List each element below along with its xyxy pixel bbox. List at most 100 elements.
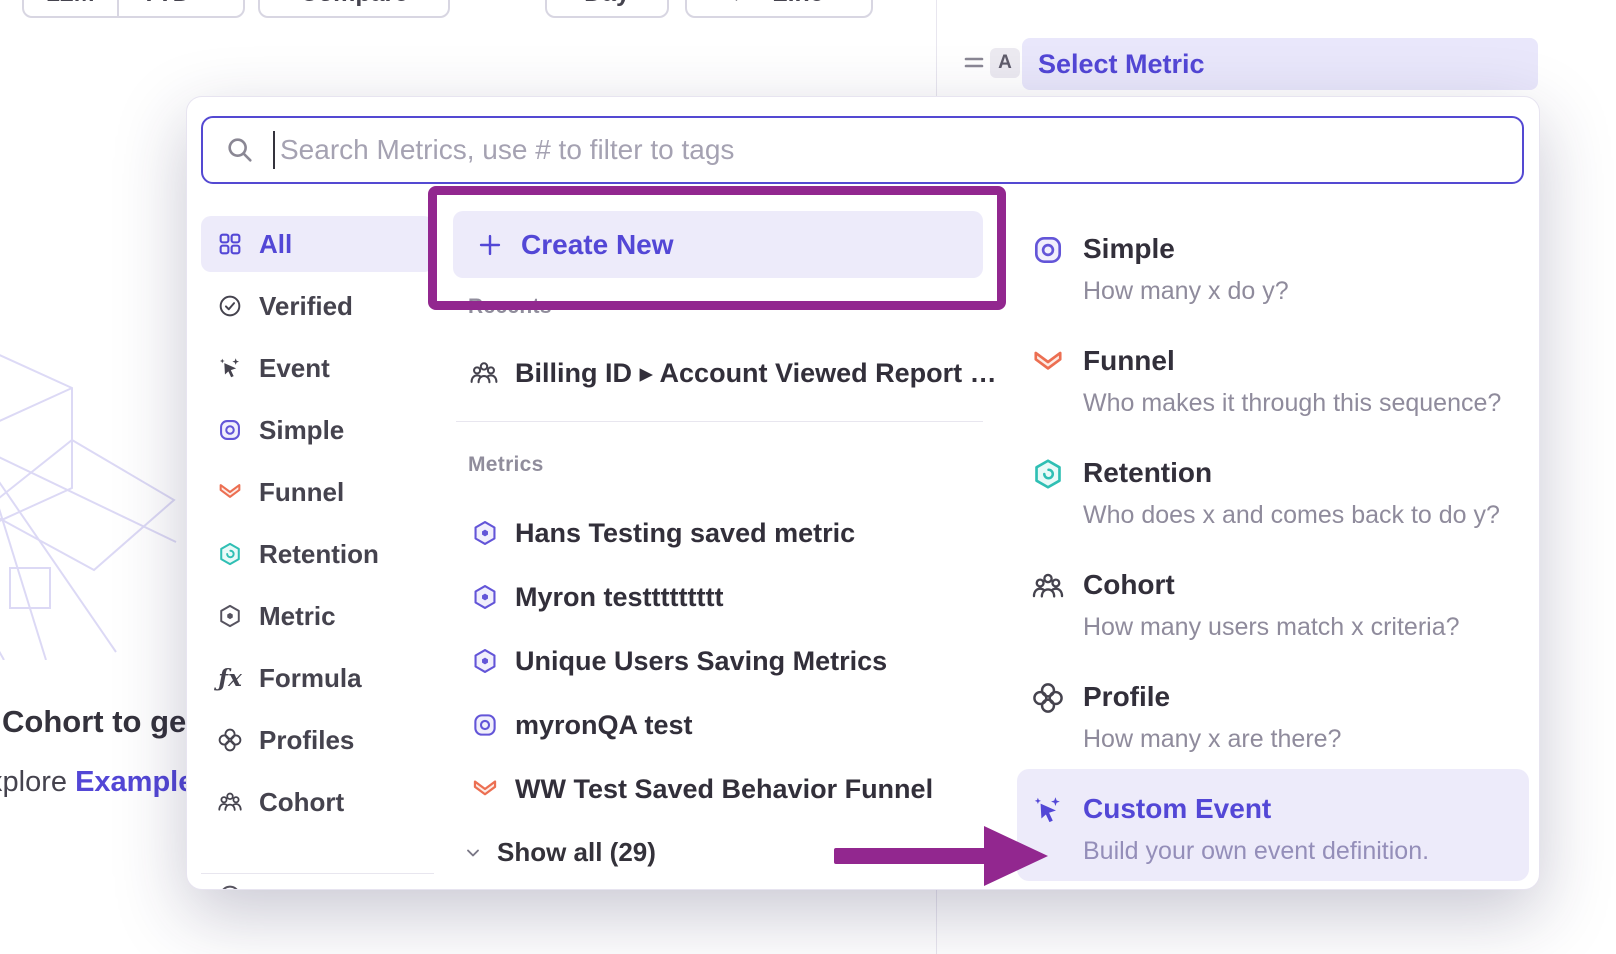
sidebar-item-label: Metric bbox=[259, 601, 336, 632]
sidebar-item-label: Cohort bbox=[259, 787, 344, 818]
type-funnel[interactable]: Funnel Who makes it through this sequenc… bbox=[1017, 343, 1529, 418]
sidebar-item-label: Event bbox=[259, 353, 330, 384]
metric-list-item[interactable]: Unique Users Saving Metrics bbox=[471, 639, 887, 683]
drag-handle-icon[interactable] bbox=[964, 54, 984, 77]
sidebar-item-label: Formula bbox=[259, 663, 362, 694]
compare-button[interactable]: Compare bbox=[258, 0, 450, 18]
type-description: Who does x and comes back to do y? bbox=[1083, 500, 1529, 530]
sidebar-item-verified[interactable]: Verified bbox=[201, 278, 434, 334]
type-title: Custom Event bbox=[1083, 791, 1529, 827]
saved-metric-icon bbox=[471, 647, 499, 675]
sidebar-item-simple[interactable]: Simple bbox=[201, 402, 434, 458]
simple-metric-icon bbox=[471, 711, 499, 739]
plus-icon bbox=[477, 232, 503, 258]
series-a-badge: A bbox=[990, 48, 1020, 78]
metric-item-label: Hans Testing saved metric bbox=[515, 518, 855, 549]
show-all-label: Show all (29) bbox=[497, 837, 656, 868]
type-title: Retention bbox=[1083, 455, 1529, 491]
saved-metric-icon bbox=[471, 583, 499, 611]
saved-metric-icon bbox=[217, 603, 243, 629]
metric-item-label: myronQA test bbox=[515, 710, 693, 741]
sidebar-item-profiles[interactable]: Profiles bbox=[201, 712, 434, 768]
recent-item-label: Billing ID ▸ Account Viewed Report … bbox=[515, 358, 997, 389]
sidebar-item-all[interactable]: All bbox=[201, 216, 434, 272]
type-description: How many x do y? bbox=[1083, 276, 1529, 306]
empty-state-subtext: xplore Example bbox=[0, 766, 194, 799]
chart-type-line-button[interactable]: Line bbox=[685, 0, 873, 18]
metric-picker-modal: All Verified Event Simple bbox=[186, 96, 1540, 890]
sidebar-item-label: Simple bbox=[259, 415, 344, 446]
simple-metric-icon bbox=[1031, 233, 1065, 267]
app-window: 12M YTD Compare Day Line A Select Metric bbox=[0, 0, 1616, 954]
date-range-segmented-control: 12M YTD bbox=[22, 0, 245, 18]
sidebar-item-formula[interactable]: ƒx Formula bbox=[201, 650, 434, 706]
sidebar-item-label: Verified bbox=[259, 291, 353, 322]
day-label: Day bbox=[584, 0, 630, 8]
metric-list-item[interactable]: myronQA test bbox=[471, 703, 693, 747]
type-title: Funnel bbox=[1083, 343, 1529, 379]
sidebar-item-cohort[interactable]: Cohort bbox=[201, 774, 434, 830]
cohort-people-icon bbox=[1031, 569, 1065, 603]
type-custom-event[interactable]: Custom Event Build your own event defini… bbox=[1017, 769, 1529, 881]
range-ytd-label: YTD bbox=[141, 0, 191, 8]
grid-icon bbox=[217, 231, 243, 257]
text-caret bbox=[273, 131, 275, 169]
sidebar-item-event[interactable]: Event bbox=[201, 340, 434, 396]
metric-item-label: WW Test Saved Behavior Funnel bbox=[515, 774, 933, 805]
type-title: Simple bbox=[1083, 231, 1529, 267]
create-new-label: Create New bbox=[521, 229, 674, 261]
recents-header: Recents bbox=[468, 295, 552, 319]
example-reports-link[interactable]: Example bbox=[75, 766, 194, 798]
sidebar-separator bbox=[201, 873, 434, 874]
sidebar-item-metric[interactable]: Metric bbox=[201, 588, 434, 644]
metrics-header: Metrics bbox=[468, 453, 544, 477]
sidebar-item-retention[interactable]: Retention bbox=[201, 526, 434, 582]
line-chart-icon bbox=[734, 0, 760, 6]
sidebar-item-label: All bbox=[259, 229, 292, 260]
type-cohort[interactable]: Cohort How many users match x criteria? bbox=[1017, 567, 1529, 642]
recent-item[interactable]: Billing ID ▸ Account Viewed Report … bbox=[469, 349, 997, 397]
metric-item-label: Myron testtttttttt bbox=[515, 582, 723, 613]
line-label: Line bbox=[772, 0, 823, 8]
metric-list-item[interactable]: Hans Testing saved metric bbox=[471, 511, 855, 555]
event-sparkle-icon bbox=[217, 355, 243, 381]
section-divider bbox=[456, 421, 983, 422]
profiles-flower-icon bbox=[1031, 681, 1065, 715]
type-title: Profile bbox=[1083, 679, 1529, 715]
empty-state-heading: Cohort to ge bbox=[2, 704, 186, 740]
formula-icon: ƒx bbox=[217, 665, 243, 692]
day-granularity-button[interactable]: Day bbox=[545, 0, 669, 18]
sidebar-item-label: Profiles bbox=[259, 725, 354, 756]
type-description: Who makes it through this sequence? bbox=[1083, 388, 1529, 418]
funnel-icon bbox=[471, 775, 499, 803]
select-metric-field[interactable]: Select Metric bbox=[1022, 38, 1538, 90]
type-description: Build your own event definition. bbox=[1083, 836, 1529, 866]
profiles-flower-icon bbox=[217, 727, 243, 753]
chevron-down-icon bbox=[463, 843, 483, 863]
verified-badge-icon bbox=[217, 293, 243, 319]
retention-icon bbox=[217, 541, 243, 567]
metric-list-item[interactable]: WW Test Saved Behavior Funnel bbox=[471, 767, 933, 811]
range-12m-button[interactable]: 12M bbox=[24, 0, 117, 16]
type-retention[interactable]: Retention Who does x and comes back to d… bbox=[1017, 455, 1529, 530]
metric-item-label: Unique Users Saving Metrics bbox=[515, 646, 887, 677]
simple-metric-icon bbox=[217, 417, 243, 443]
custom-event-sparkle-icon bbox=[1031, 793, 1065, 827]
type-simple[interactable]: Simple How many x do y? bbox=[1017, 231, 1529, 306]
compare-label: Compare bbox=[300, 0, 408, 8]
show-all-toggle[interactable]: Show all (29) bbox=[463, 837, 656, 868]
range-ytd-button[interactable]: YTD bbox=[119, 0, 243, 16]
type-title: Cohort bbox=[1083, 567, 1529, 603]
type-description: How many users match x criteria? bbox=[1083, 612, 1529, 642]
search-input[interactable] bbox=[278, 133, 1522, 167]
cohort-people-icon bbox=[217, 789, 243, 815]
sidebar-item-label: Funnel bbox=[259, 477, 344, 508]
create-new-button[interactable]: Create New bbox=[453, 211, 983, 278]
funnel-icon bbox=[1031, 345, 1065, 379]
metric-list-item[interactable]: Myron testtttttttt bbox=[471, 575, 723, 619]
explore-text: xplore bbox=[0, 766, 67, 798]
saved-metric-icon bbox=[471, 519, 499, 547]
sidebar-item-funnel[interactable]: Funnel bbox=[201, 464, 434, 520]
type-profile[interactable]: Profile How many x are there? bbox=[1017, 679, 1529, 754]
category-sidebar: All Verified Event Simple bbox=[201, 216, 434, 836]
